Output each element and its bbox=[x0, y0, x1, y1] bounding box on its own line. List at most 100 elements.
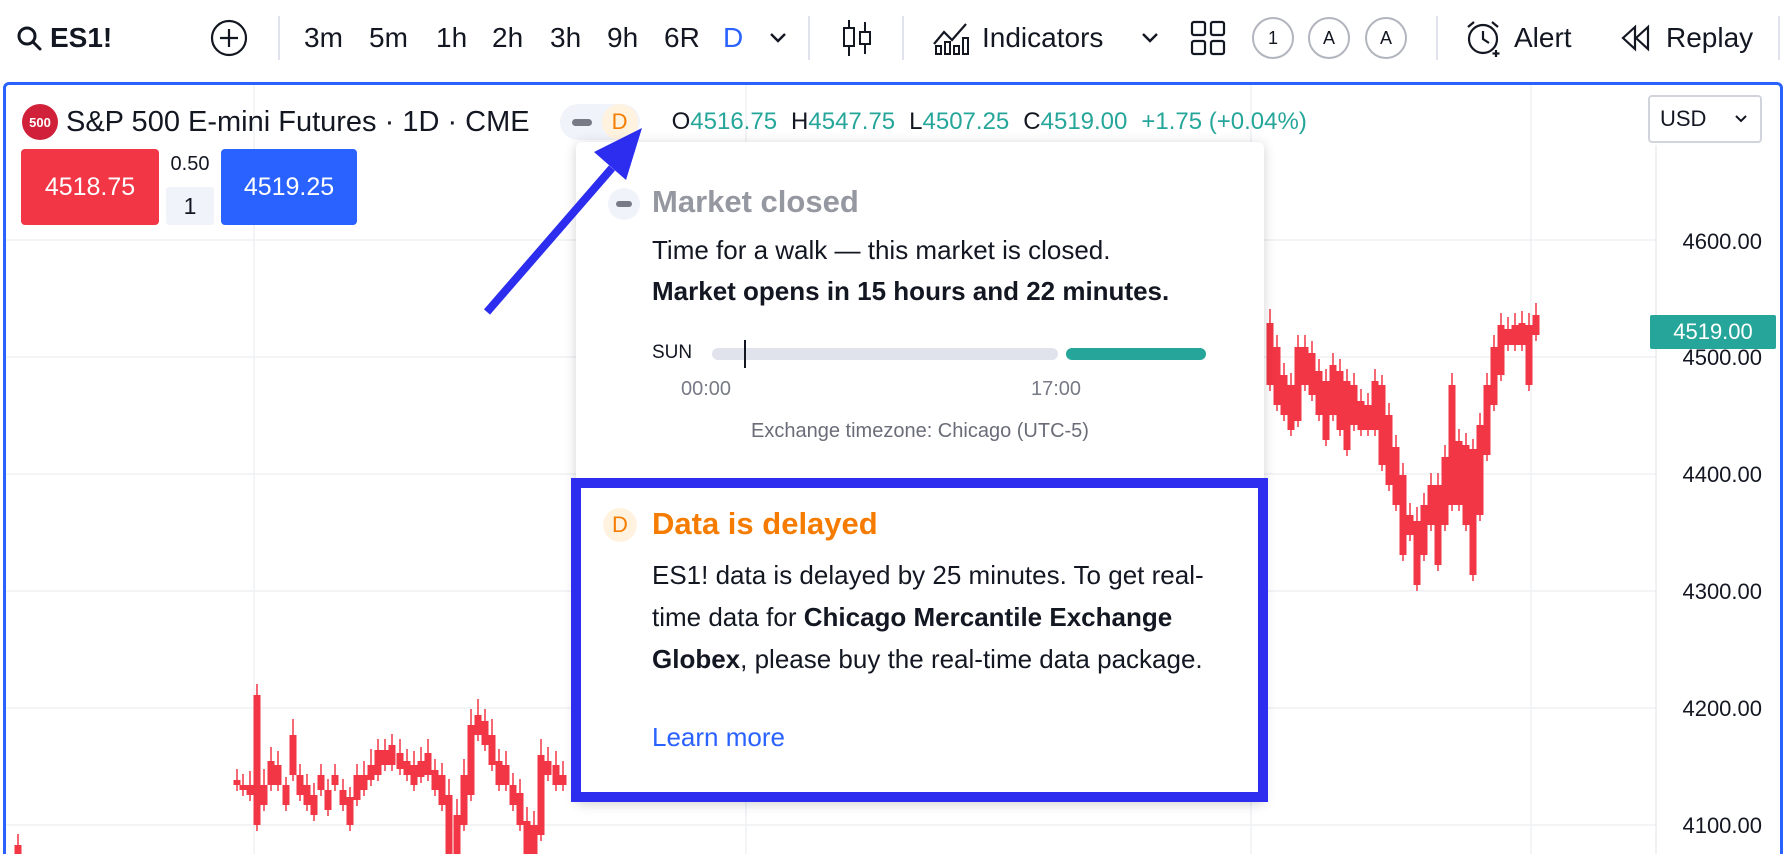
buy-button[interactable]: 4519.25 bbox=[221, 149, 357, 225]
ohlc-values: O4516.75 H4547.75 L4507.25 C4519.00 +1.7… bbox=[672, 108, 1307, 136]
interval-3h[interactable]: 3h bbox=[550, 0, 581, 76]
layout-badge-circle: A bbox=[1365, 17, 1407, 59]
candle bbox=[1322, 381, 1330, 440]
market-status-pill[interactable]: D bbox=[559, 104, 640, 140]
interval-5m[interactable]: 5m bbox=[369, 0, 408, 76]
alarm-clock-icon bbox=[1467, 21, 1500, 57]
candle bbox=[353, 775, 361, 800]
price-axis-label: 4600.00 bbox=[1682, 229, 1762, 254]
candle bbox=[1364, 405, 1372, 430]
symbol-title[interactable]: S&P 500 E-mini Futures · 1D · CME bbox=[66, 106, 530, 139]
candle bbox=[1532, 315, 1540, 335]
layout-badge-a1[interactable]: A bbox=[1308, 0, 1350, 76]
candles-icon bbox=[843, 20, 871, 56]
candle bbox=[403, 761, 411, 775]
candle bbox=[253, 695, 261, 825]
chevron-down-icon bbox=[1735, 115, 1747, 123]
candle bbox=[1287, 385, 1295, 430]
candle bbox=[1329, 365, 1337, 415]
candle bbox=[260, 785, 268, 805]
currency-select[interactable]: USD bbox=[1648, 95, 1762, 143]
message-text: , please buy the real-time data package. bbox=[740, 644, 1203, 674]
learn-more-link[interactable]: Learn more bbox=[652, 722, 785, 753]
session-closed-bar bbox=[712, 348, 1058, 360]
candle bbox=[1399, 475, 1407, 555]
high-value: 4547.75 bbox=[808, 108, 896, 135]
top-toolbar: ES1! 3m 5m 1h 2h 3h 9h 6R D Indicators 1… bbox=[0, 0, 1786, 76]
candle bbox=[1308, 353, 1316, 395]
interval-2h[interactable]: 2h bbox=[492, 0, 523, 76]
high-label: H bbox=[791, 108, 809, 135]
low-value: 4507.25 bbox=[922, 108, 1010, 135]
candle bbox=[1413, 521, 1421, 585]
currency-value: USD bbox=[1660, 106, 1707, 131]
symbol-name: ES1! bbox=[50, 22, 113, 53]
candle bbox=[1378, 385, 1386, 465]
candle bbox=[445, 795, 453, 854]
interval-dropdown-button[interactable] bbox=[768, 0, 788, 76]
close-value: 4519.00 bbox=[1040, 108, 1128, 135]
chevron-down-icon bbox=[1142, 33, 1158, 43]
candle bbox=[410, 765, 418, 785]
price-axis-label: 4100.00 bbox=[1682, 813, 1762, 838]
interval-9h[interactable]: 9h bbox=[607, 0, 638, 76]
candle bbox=[1476, 425, 1484, 515]
sell-button[interactable]: 4518.75 bbox=[21, 149, 159, 225]
candle bbox=[324, 790, 332, 810]
candle bbox=[1497, 325, 1505, 375]
candle bbox=[523, 821, 531, 854]
layout-button[interactable] bbox=[1190, 0, 1226, 76]
candle bbox=[467, 725, 475, 795]
market-closed-icon bbox=[571, 119, 592, 126]
symbol-search-button[interactable]: ES1! bbox=[16, 0, 112, 76]
candle bbox=[396, 753, 404, 769]
candle bbox=[1273, 347, 1281, 405]
indicators-dropdown-button[interactable] bbox=[1140, 0, 1160, 76]
candle bbox=[1266, 323, 1274, 385]
data-delayed-message: ES1! data is delayed by 25 minutes. To g… bbox=[652, 554, 1232, 680]
compare-symbol-button[interactable] bbox=[210, 0, 248, 76]
alert-button[interactable]: Alert bbox=[1464, 0, 1572, 76]
quantity-field[interactable]: 1 bbox=[166, 187, 214, 225]
candle bbox=[1301, 347, 1309, 385]
candle bbox=[381, 750, 389, 765]
close-label: C bbox=[1023, 108, 1041, 135]
candle bbox=[1462, 445, 1470, 525]
layout-badge-a2[interactable]: A bbox=[1365, 0, 1407, 76]
chart-type-button[interactable] bbox=[840, 0, 874, 76]
candle bbox=[1385, 415, 1393, 485]
candle bbox=[246, 785, 254, 795]
alert-label: Alert bbox=[1514, 22, 1572, 53]
layout-grid-icon bbox=[1190, 20, 1226, 56]
candle bbox=[431, 770, 439, 790]
open-value: 4516.75 bbox=[690, 108, 778, 135]
price-axis-label: 4300.00 bbox=[1682, 579, 1762, 604]
candle bbox=[453, 815, 461, 854]
interval-1h[interactable]: 1h bbox=[436, 0, 467, 76]
candle bbox=[1371, 381, 1379, 430]
market-closed-section: Market closed Time for a walk — this mar… bbox=[576, 142, 1264, 462]
candle bbox=[488, 735, 496, 765]
candle bbox=[331, 775, 339, 785]
replay-button[interactable]: Replay bbox=[1620, 0, 1753, 76]
candle bbox=[1483, 385, 1491, 455]
toolbar-divider bbox=[808, 16, 810, 60]
delayed-data-badge: D bbox=[603, 508, 637, 542]
interval-3m[interactable]: 3m bbox=[304, 0, 343, 76]
candle bbox=[1336, 371, 1344, 430]
market-closed-message: Time for a walk — this market is closed. bbox=[652, 235, 1111, 265]
candle bbox=[310, 795, 318, 815]
session-start-time: 00:00 bbox=[681, 378, 732, 400]
candle bbox=[438, 775, 446, 805]
indicators-button[interactable]: Indicators bbox=[932, 0, 1103, 76]
candle bbox=[552, 765, 560, 785]
price-change: +1.75 (+0.04%) bbox=[1141, 108, 1307, 135]
interval-d[interactable]: D bbox=[723, 0, 743, 76]
layout-badge-1[interactable]: 1 bbox=[1252, 0, 1294, 76]
toolbar-divider bbox=[902, 16, 904, 60]
price-axis-label: 4400.00 bbox=[1682, 462, 1762, 487]
exchange-timezone: Exchange timezone: Chicago (UTC-5) bbox=[751, 420, 1089, 442]
price-axis-label: 4200.00 bbox=[1682, 696, 1762, 721]
interval-6r[interactable]: 6R bbox=[664, 0, 700, 76]
candle bbox=[1427, 485, 1435, 525]
